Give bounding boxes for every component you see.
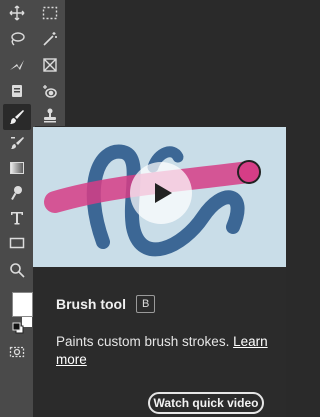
gradient-tool[interactable] [3,156,31,180]
type-tool[interactable] [3,206,31,230]
quick-mask-icon [9,346,25,358]
lasso-icon [11,32,25,46]
default-colors-icon [12,322,24,334]
tooltip-description: Paints custom brush strokes. Learn more [56,333,271,369]
tooltip-title-row: Brush tool B [56,295,156,313]
eyedropper-tool[interactable] [3,79,31,103]
tool-tooltip-popup: Brush tool B Paints custom brush strokes… [33,127,286,417]
marquee-tool[interactable] [36,1,64,25]
zoom-icon [10,263,25,278]
lasso-tool[interactable] [3,27,31,51]
magic-wand-icon [43,32,57,46]
dodge-tool[interactable] [3,181,31,205]
stamp-icon [44,108,56,123]
rectangle-tool[interactable] [3,231,31,255]
gradient-icon [10,162,24,174]
dodge-icon [11,186,22,200]
brush-tool[interactable] [3,104,31,130]
watch-video-button[interactable]: Watch quick video [148,392,264,414]
foreground-color-swatch[interactable] [12,292,33,317]
quick-mask[interactable] [3,340,31,364]
history-brush-tool[interactable] [3,131,31,155]
magic-wand-tool[interactable] [36,27,64,51]
eyedropper-icon [12,85,22,97]
brush-icon [10,110,24,124]
spot-healing-tool[interactable] [36,79,64,103]
tool-preview-video[interactable] [33,127,286,267]
tooltip-title: Brush tool [56,296,126,312]
spot-healing-icon [43,85,57,98]
crop-icon [10,60,24,70]
play-button[interactable] [130,162,192,224]
frame-icon [43,58,57,72]
rectangle-icon [9,237,25,249]
history-brush-icon [11,137,24,149]
default-colors-button[interactable] [12,321,24,334]
marquee-icon [42,6,58,20]
move-tool[interactable] [3,1,31,25]
type-icon [11,212,23,225]
zoom-tool[interactable] [3,258,31,282]
play-icon [155,183,172,203]
move-icon [9,5,25,21]
shortcut-badge: B [136,295,156,313]
description-text: Paints custom brush strokes. [56,334,230,349]
crop-tool[interactable] [3,53,31,77]
frame-tool[interactable] [36,53,64,77]
clone-stamp-tool[interactable] [36,104,64,128]
